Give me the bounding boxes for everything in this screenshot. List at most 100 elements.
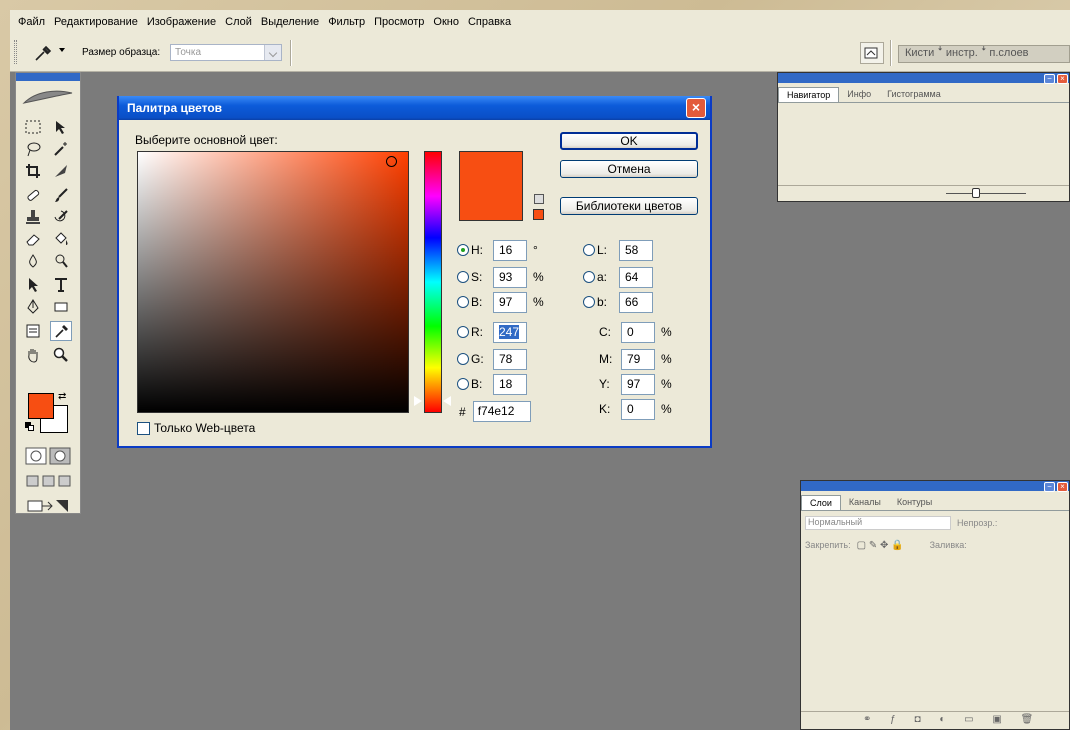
radio-b[interactable] — [457, 296, 469, 308]
feather-logo-icon[interactable] — [20, 85, 76, 109]
minimize-icon[interactable]: − — [1044, 74, 1055, 84]
menu-window[interactable]: Окно — [433, 16, 459, 28]
close-icon[interactable]: × — [1057, 74, 1068, 84]
b-input[interactable]: 97 — [493, 291, 527, 313]
tab-navigator[interactable]: Навигатор — [778, 87, 840, 102]
radio-g[interactable] — [457, 353, 469, 365]
menu-layer[interactable]: Слой — [225, 16, 252, 28]
menu-edit[interactable]: Редактирование — [54, 16, 138, 28]
layers-footer-icons[interactable]: ⚭ ƒ ◘ ◐ ▭ ▣ 🗑 — [801, 711, 1069, 729]
history-brush-tool-icon[interactable] — [50, 207, 72, 227]
menu-view[interactable]: Просмотр — [374, 16, 424, 28]
menu-select[interactable]: Выделение — [261, 16, 319, 28]
gamut-color-swatch[interactable] — [533, 209, 544, 220]
tool-preset-caret-icon[interactable] — [59, 48, 65, 52]
menu-file[interactable]: Файл — [18, 16, 45, 28]
radio-rgb-b[interactable] — [457, 378, 469, 390]
menu-filter[interactable]: Фильтр — [328, 16, 365, 28]
layers-close-icon[interactable]: × — [1057, 482, 1068, 492]
lock-icons[interactable]: ▢ ✎ ✥ 🔒 — [857, 540, 904, 551]
radio-lab-b[interactable] — [583, 296, 595, 308]
default-colors-icon[interactable] — [25, 422, 34, 431]
a-input[interactable]: 64 — [619, 266, 653, 288]
saturation-brightness-field[interactable] — [137, 151, 409, 413]
out-of-gamut-cube-icon[interactable] — [534, 194, 544, 204]
eyedropper-icon[interactable] — [32, 43, 54, 63]
sample-size-select[interactable]: Точка — [170, 44, 282, 61]
crop-tool-icon[interactable] — [22, 161, 44, 181]
layers-minimize-icon[interactable]: − — [1044, 482, 1055, 492]
menu-image[interactable]: Изображение — [147, 16, 216, 28]
c-input[interactable]: 0 — [621, 321, 655, 343]
hand-tool-icon[interactable] — [22, 345, 44, 365]
blur-tool-icon[interactable] — [22, 251, 44, 271]
toolbox-title-bar[interactable] — [16, 73, 80, 81]
radio-s[interactable] — [457, 271, 469, 283]
palette-well[interactable]: Кисти ꜜ инстр. ꜜ п.слоев — [898, 45, 1070, 63]
eyedropper-tool-icon[interactable] — [50, 321, 72, 341]
hex-input[interactable]: f74e12 — [472, 401, 531, 422]
hue-slider-arrow-left[interactable] — [414, 396, 422, 406]
healing-brush-tool-icon[interactable] — [22, 185, 44, 205]
navigator-panel-title-bar[interactable]: − × — [778, 73, 1069, 84]
g-input[interactable]: 78 — [493, 348, 527, 370]
zoom-slider-handle[interactable] — [972, 188, 980, 198]
marquee-tool-icon[interactable] — [22, 117, 44, 137]
radio-h[interactable] — [457, 244, 469, 256]
move-tool-icon[interactable] — [50, 117, 72, 137]
menu-help[interactable]: Справка — [468, 16, 511, 28]
swap-colors-icon[interactable]: ⇄ — [58, 391, 66, 402]
tab-channels[interactable]: Каналы — [841, 495, 889, 510]
s-input[interactable]: 93 — [493, 266, 527, 288]
options-grip[interactable] — [14, 40, 17, 64]
dodge-tool-icon[interactable] — [50, 251, 72, 271]
layers-blend-row: Нормальный Непрозр.: — [805, 515, 997, 531]
color-field-marker[interactable] — [386, 156, 397, 167]
tab-layers[interactable]: Слои — [801, 495, 841, 510]
notes-tool-icon[interactable] — [22, 321, 44, 341]
zoom-tool-icon[interactable] — [50, 345, 72, 365]
r-input[interactable]: 247 — [493, 321, 527, 343]
path-selection-tool-icon[interactable] — [22, 275, 44, 295]
rectangle-tool-icon[interactable] — [50, 297, 72, 317]
rgb-b-input[interactable]: 18 — [493, 373, 527, 395]
dialog-prompt: Выберите основной цвет: — [135, 133, 278, 147]
blend-mode-select[interactable]: Нормальный — [805, 516, 951, 530]
lab-b-input[interactable]: 66 — [619, 291, 653, 313]
sample-size-value: Точка — [175, 47, 202, 58]
cancel-button[interactable]: Отмена — [560, 160, 698, 178]
pen-tool-icon[interactable] — [22, 297, 44, 317]
radio-a[interactable] — [583, 271, 595, 283]
hue-slider[interactable] — [424, 151, 442, 413]
color-libraries-button[interactable]: Библиотеки цветов — [560, 197, 698, 215]
layers-panel-title-bar[interactable]: − × — [801, 481, 1069, 492]
l-input[interactable]: 58 — [619, 239, 653, 261]
tab-info[interactable]: Инфо — [839, 87, 879, 102]
foreground-color-swatch[interactable] — [28, 393, 54, 419]
slice-tool-icon[interactable] — [50, 161, 72, 181]
c-label: C: — [599, 325, 611, 339]
jump-to-imageready-icon[interactable] — [26, 497, 72, 515]
hue-slider-arrow-right[interactable] — [443, 396, 451, 406]
k-input[interactable]: 0 — [621, 398, 655, 420]
tab-paths[interactable]: Контуры — [889, 495, 940, 510]
zoom-slider-track[interactable] — [946, 193, 1026, 194]
y-input[interactable]: 97 — [621, 373, 655, 395]
dialog-title-bar[interactable]: Палитра цветов — [119, 96, 710, 120]
brush-tool-icon[interactable] — [50, 185, 72, 205]
magic-wand-tool-icon[interactable] — [50, 139, 72, 159]
m-input[interactable]: 79 — [621, 348, 655, 370]
lasso-tool-icon[interactable] — [22, 139, 44, 159]
paint-bucket-tool-icon[interactable] — [50, 229, 72, 249]
tab-histogram[interactable]: Гистограмма — [879, 87, 949, 102]
clone-stamp-tool-icon[interactable] — [22, 207, 44, 227]
file-browser-icon[interactable] — [860, 42, 884, 64]
radio-l[interactable] — [583, 244, 595, 256]
web-colors-only-checkbox[interactable] — [137, 421, 150, 435]
type-tool-icon[interactable] — [50, 275, 72, 295]
ok-button[interactable]: OK — [560, 132, 698, 150]
radio-r[interactable] — [457, 326, 469, 338]
dialog-close-button[interactable]: × — [686, 98, 706, 118]
eraser-tool-icon[interactable] — [22, 229, 44, 249]
h-input[interactable]: 16 — [493, 239, 527, 261]
